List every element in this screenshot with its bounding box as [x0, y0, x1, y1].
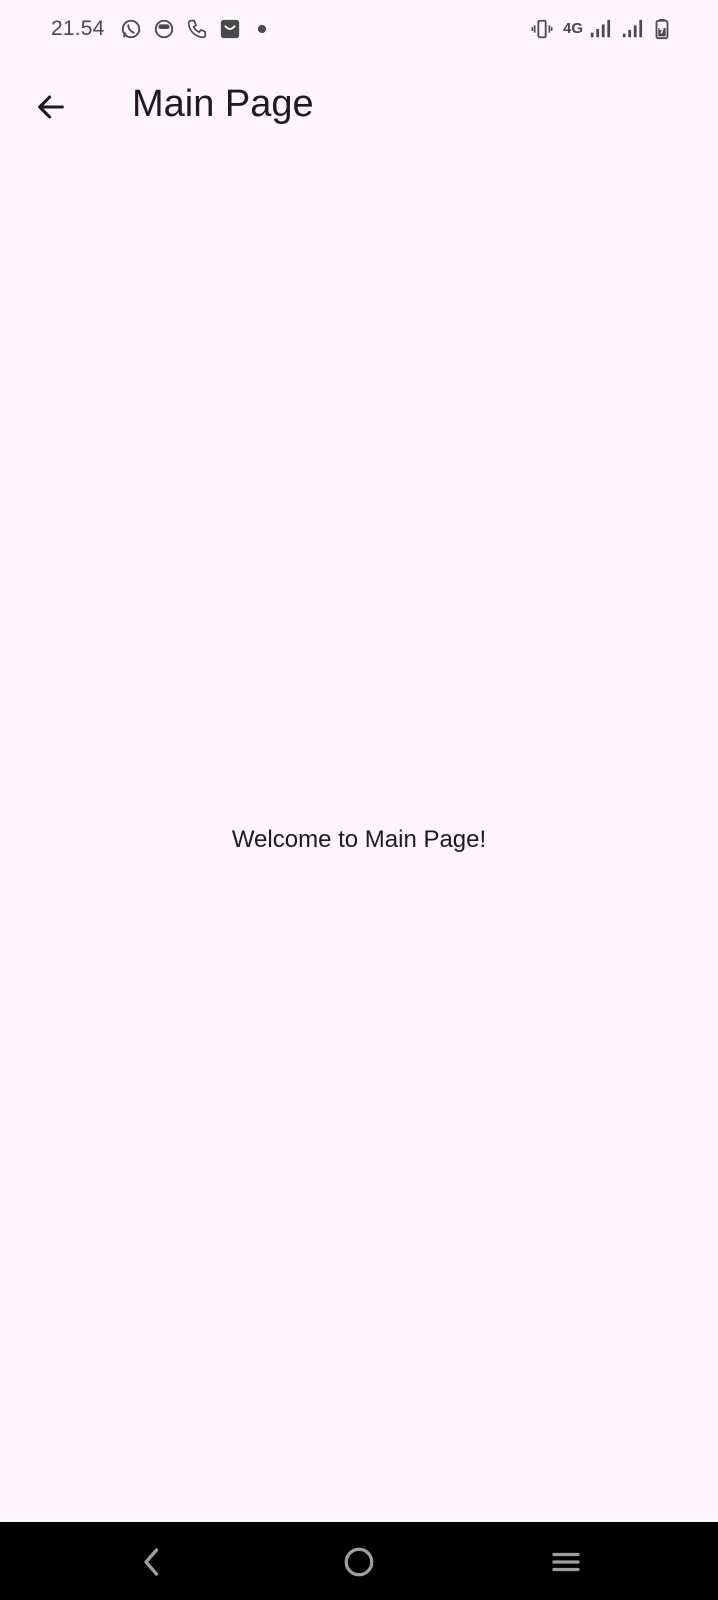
- app-bar: Main Page: [0, 62, 718, 156]
- back-button[interactable]: [28, 84, 74, 130]
- status-bar: 21.54 4G: [0, 0, 718, 60]
- shopping-bag-icon: [219, 18, 241, 40]
- dot-icon: [251, 18, 273, 40]
- status-time: 21.54: [51, 17, 105, 40]
- signal-icon: [621, 18, 643, 40]
- nav-home-button[interactable]: [337, 1540, 381, 1584]
- nav-back-button[interactable]: [130, 1540, 174, 1584]
- arrow-left-icon: [38, 95, 64, 119]
- main-content: Welcome to Main Page!: [0, 156, 718, 1522]
- vibrate-icon: [531, 18, 553, 40]
- phone-call-icon: [186, 18, 208, 40]
- welcome-text: Welcome to Main Page!: [231, 826, 487, 853]
- navigation-bar: [0, 1522, 718, 1600]
- nav-recents-button[interactable]: [544, 1540, 588, 1584]
- battery-charging-icon: [651, 18, 673, 40]
- recents-icon: [552, 1552, 580, 1572]
- screen: 21.54 4G Main Page Welcome to Main Page!: [0, 0, 718, 1600]
- network-type: 4G: [563, 20, 584, 37]
- back-icon: [144, 1548, 159, 1576]
- signal-icon: [589, 18, 611, 40]
- app-notification-icon: [153, 18, 175, 40]
- page-title: Main Page: [132, 83, 314, 125]
- whatsapp-icon: [120, 18, 142, 40]
- home-icon: [344, 1547, 374, 1577]
